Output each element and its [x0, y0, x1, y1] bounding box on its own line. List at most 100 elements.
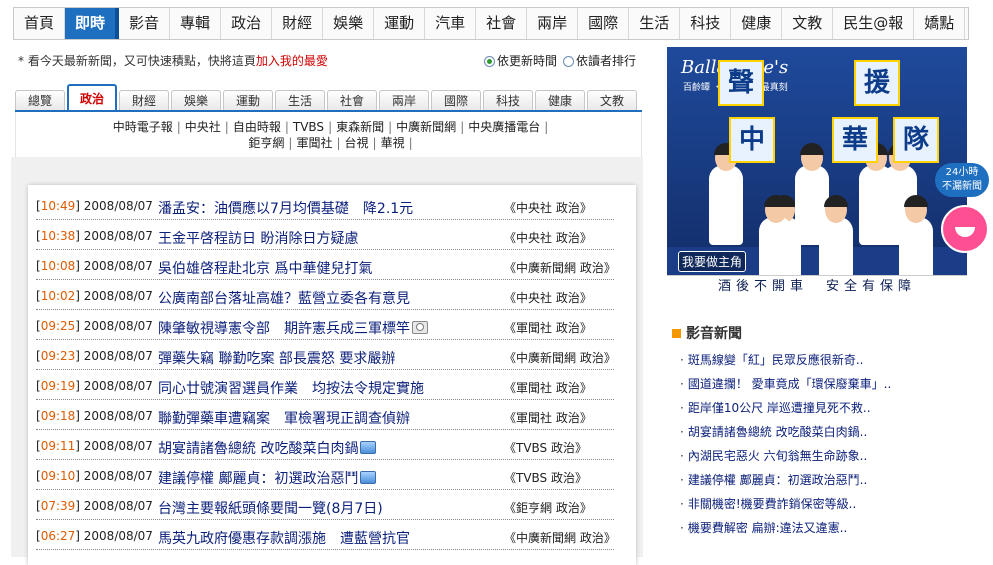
news-title-link[interactable]: 陳肇敏視導憲令部 期許憲兵成三軍標竿: [158, 318, 428, 338]
radio-selected-icon[interactable]: [484, 56, 495, 67]
add-favorite-link[interactable]: 加入我的最愛: [256, 54, 328, 68]
news-title-link[interactable]: 聯勤彈藥車遭竊案 軍檢署現正調查偵辦: [158, 408, 410, 428]
sort-by-readers[interactable]: 依讀者排行: [563, 52, 636, 69]
news-timestamp: [09:11] 2008/08/07: [36, 439, 153, 453]
source-link[interactable]: 軍聞社: [296, 136, 332, 150]
nav-item-2[interactable]: 影音: [119, 8, 171, 39]
tab-5[interactable]: 生活: [275, 90, 325, 110]
nav-item-17[interactable]: 嬌點: [914, 8, 966, 39]
video-news-item[interactable]: · 距岸僅10公尺 岸巡遭撞見死不救..: [680, 396, 980, 420]
tab-9[interactable]: 科技: [483, 90, 533, 110]
source-link[interactable]: 中時電子報: [113, 120, 173, 134]
ad-sign: 華: [832, 117, 878, 163]
source-link[interactable]: 中央廣播電台: [468, 120, 540, 134]
news-title-link[interactable]: 王金平啓程訪日 盼消除日方疑慮: [158, 228, 358, 248]
source-link[interactable]: 自由時報: [233, 120, 281, 134]
nav-item-11[interactable]: 國際: [578, 8, 630, 39]
news-title-link[interactable]: 同心廿號演習選員作業 均按法令規定實施: [158, 378, 424, 398]
camera-icon[interactable]: [412, 321, 428, 334]
ad-cta-button[interactable]: 我要做主角: [678, 251, 747, 272]
video-news-item[interactable]: · 國道違攔！ 愛車竟成「環保廢棄車」..: [680, 372, 980, 396]
tab-11[interactable]: 文教: [587, 90, 637, 110]
tab-10[interactable]: 健康: [535, 90, 585, 110]
nav-item-9[interactable]: 社會: [476, 8, 528, 39]
video-news-item[interactable]: · 胡宴請諸魯總統 改吃酸菜白肉鍋..: [680, 420, 980, 444]
video-news-link[interactable]: 機要費解密 扁辦:違法又違憲..: [688, 521, 848, 535]
source-link[interactable]: 中央社: [185, 120, 221, 134]
tab-4[interactable]: 運動: [223, 90, 273, 110]
news-title-link[interactable]: 台灣主要報紙頭條要聞一覽(8月7日): [158, 498, 383, 518]
radio-unselected-icon[interactable]: [563, 56, 575, 67]
nav-item-0[interactable]: 首頁: [14, 8, 66, 39]
ad-banner[interactable]: Ballantine's 百齡罈 ・ 國時刻・最真刻 聲援中華隊我要做主角 酒後…: [667, 47, 967, 296]
nav-item-12[interactable]: 生活: [629, 8, 681, 39]
video-news-item[interactable]: · 建議停權 鄺麗貞：初選政治惡鬥..: [680, 468, 980, 492]
tab-0[interactable]: 總覽: [15, 90, 65, 110]
tab-1[interactable]: 政治: [67, 84, 117, 110]
news-date: 2008/08/07: [83, 349, 153, 363]
bullet-dot-icon: ·: [680, 401, 684, 415]
news-title-link[interactable]: 公廣南部台落址高雄？藍營立委各有意見: [158, 288, 410, 308]
news-source: 《中廣新聞網 政治》: [504, 351, 616, 365]
nav-item-1[interactable]: 即時: [65, 8, 120, 39]
nav-item-10[interactable]: 兩岸: [527, 8, 579, 39]
video-icon[interactable]: [360, 441, 377, 454]
news-timestamp: [09:25] 2008/08/07: [36, 319, 153, 333]
sort-by-time[interactable]: 依更新時間: [484, 52, 557, 69]
news-time: 09:23: [40, 349, 76, 363]
nav-item-4[interactable]: 政治: [221, 8, 273, 39]
source-link[interactable]: 華視: [381, 136, 405, 150]
video-news-item[interactable]: · 機要費解密 扁辦:違法又違憲..: [680, 516, 980, 540]
nav-item-5[interactable]: 財經: [272, 8, 324, 39]
news-title-link[interactable]: 馬英九政府優惠存款調漲施 遭藍營抗官: [158, 528, 410, 548]
video-news-link[interactable]: 斑馬線變「紅」民眾反應很新奇..: [688, 353, 864, 367]
news-title-link[interactable]: 彈藥失竊 聯勤吃案 部長震怒 要求嚴辦: [158, 348, 395, 368]
mascot-bubble: 24小時 不漏新聞: [935, 163, 989, 197]
news-title-link[interactable]: 潘孟安：油價應以7月均價基礎 降2.1元: [158, 198, 413, 218]
source-link[interactable]: 台視: [345, 136, 369, 150]
source-line2: 鉅亨網 | 軍聞社 | 台視 | 華視 |: [16, 135, 641, 151]
video-news-link[interactable]: 建議停權 鄺麗貞：初選政治惡鬥..: [688, 473, 867, 487]
news-title-text: 王金平啓程訪日 盼消除日方疑慮: [158, 231, 359, 247]
video-news-item[interactable]: · 斑馬線變「紅」民眾反應很新奇..: [680, 348, 980, 372]
news-title-link[interactable]: 吳伯雄啓程赴北京 爲中華健兒打氣: [158, 258, 372, 278]
mascot-face-icon: [941, 205, 989, 253]
video-news-link[interactable]: 非關機密!機要費詐銷保密等級..: [688, 497, 856, 511]
nav-item-16[interactable]: 民生@報: [833, 8, 915, 39]
source-separator: |: [284, 120, 289, 134]
news-row: [09:19] 2008/08/07 同心廿號演習選員作業 均按法令規定實施 《軍聞…: [36, 370, 614, 400]
video-news-link[interactable]: 距岸僅10公尺 岸巡遭撞見死不救..: [688, 401, 871, 415]
news-panel: [10:49] 2008/08/07 潘孟安：油價應以7月均價基礎 降2.1元 《中…: [11, 157, 643, 565]
video-news-link[interactable]: 內湖民宅惡火 六旬翁無生命跡象..: [688, 449, 867, 463]
video-icon[interactable]: [360, 471, 377, 484]
news-date: 2008/08/07: [83, 259, 153, 273]
video-news-item[interactable]: · 非關機密!機要費詐銷保密等級..: [680, 492, 980, 516]
nav-item-15[interactable]: 文教: [782, 8, 834, 39]
news-title-link[interactable]: 建議停權 鄺麗貞：初選政治惡鬥: [158, 468, 377, 488]
video-news-link[interactable]: 國道違攔！ 愛車竟成「環保廢棄車」..: [688, 377, 891, 391]
nav-item-8[interactable]: 汽車: [425, 8, 477, 39]
news-mascot[interactable]: 24小時 不漏新聞: [935, 163, 993, 258]
mascot-line2: 不漏新聞: [942, 181, 982, 192]
tab-7[interactable]: 兩岸: [379, 90, 429, 110]
source-link[interactable]: 中廣新聞網: [396, 120, 456, 134]
nav-item-6[interactable]: 娛樂: [323, 8, 375, 39]
news-title-link[interactable]: 胡宴請諸魯總統 改吃酸菜白肉鍋: [158, 438, 377, 458]
tab-8[interactable]: 國際: [431, 90, 481, 110]
nav-item-13[interactable]: 科技: [680, 8, 732, 39]
nav-item-14[interactable]: 健康: [731, 8, 783, 39]
news-title-text: 馬英九政府優惠存款調漲施 遭藍營抗官: [158, 531, 410, 547]
news-row: [09:18] 2008/08/07 聯勤彈藥車遭竊案 軍檢署現正調查偵辦 《軍聞社…: [36, 400, 614, 430]
source-link[interactable]: TVBS: [293, 120, 324, 134]
video-news-item[interactable]: · 內湖民宅惡火 六旬翁無生命跡象..: [680, 444, 980, 468]
video-news-link[interactable]: 胡宴請諸魯總統 改吃酸菜白肉鍋..: [688, 425, 867, 439]
tab-6[interactable]: 社會: [327, 90, 377, 110]
nav-item-3[interactable]: 專輯: [170, 8, 222, 39]
news-title-text: 建議停權 鄺麗貞：初選政治惡鬥: [158, 471, 359, 487]
source-link[interactable]: 鉅亨網: [248, 136, 284, 150]
source-link[interactable]: 東森新聞: [336, 120, 384, 134]
nav-item-7[interactable]: 運動: [374, 8, 426, 39]
tab-2[interactable]: 財經: [119, 90, 169, 110]
news-time: 07:39: [40, 499, 76, 513]
tab-3[interactable]: 娛樂: [171, 90, 221, 110]
